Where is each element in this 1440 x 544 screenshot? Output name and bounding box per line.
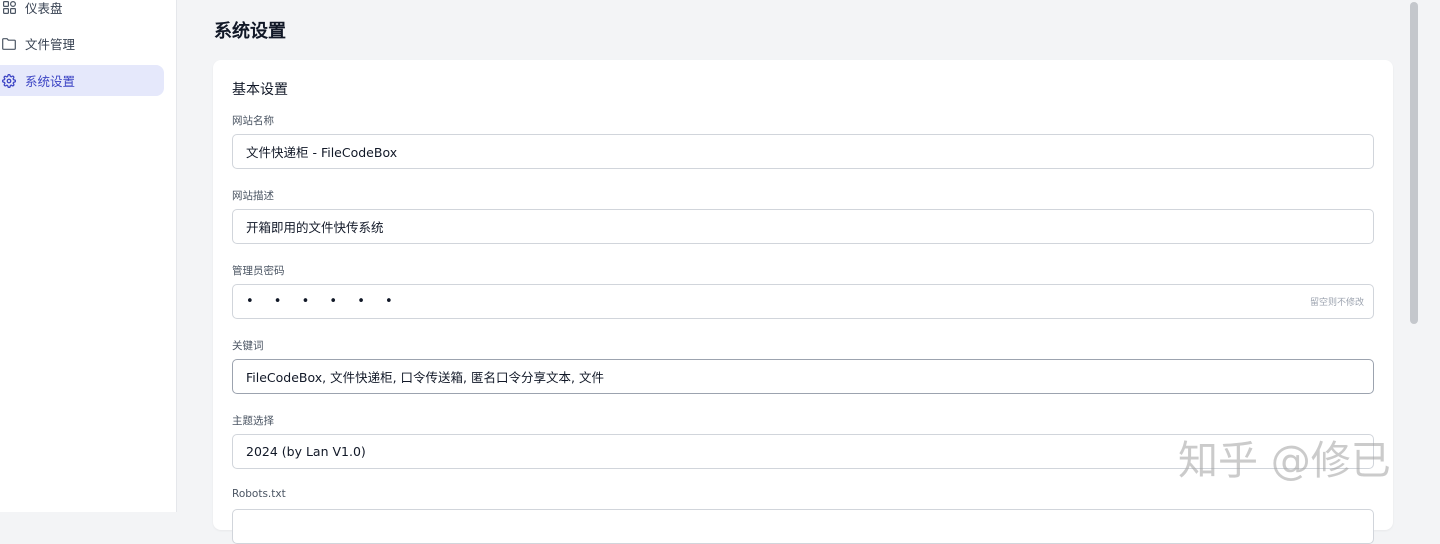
theme-value: 2024 (by Lan V1.0) — [246, 444, 366, 459]
section-title: 基本设置 — [232, 82, 288, 98]
keywords-label: 关键词 — [232, 340, 264, 352]
keywords-value: FileCodeBox, 文件快递柜, 口令传送箱, 匿名口令分享文本, 文件 — [246, 370, 604, 385]
sidebar-item-system-settings[interactable]: 系统设置 — [0, 65, 164, 96]
admin-password-label: 管理员密码 — [232, 265, 285, 277]
sidebar-item-label: 系统设置 — [25, 74, 76, 89]
scrollbar-thumb[interactable] — [1410, 2, 1418, 324]
sidebar: 仪表盘 文件管理 系统设置 — [0, 0, 177, 512]
site-name-value: 文件快递柜 - FileCodeBox — [246, 145, 398, 160]
password-hint: 留空则不修改 — [1309, 298, 1364, 308]
robots-label: Robots.txt — [232, 488, 286, 500]
folder-icon — [2, 37, 16, 51]
site-description-value: 开箱即用的文件快传系统 — [246, 220, 384, 235]
site-description-input[interactable]: 开箱即用的文件快传系统 — [232, 209, 1374, 244]
admin-password-value: • • • • • • — [246, 294, 401, 309]
robots-textarea[interactable] — [232, 509, 1374, 544]
sidebar-item-label: 文件管理 — [25, 37, 76, 52]
site-description-label: 网站描述 — [232, 190, 274, 202]
gear-icon — [2, 73, 16, 88]
admin-password-input[interactable]: • • • • • • 留空则不修改 — [232, 284, 1374, 319]
keywords-input[interactable]: FileCodeBox, 文件快递柜, 口令传送箱, 匿名口令分享文本, 文件 — [232, 359, 1374, 394]
sidebar-item-dashboard[interactable]: 仪表盘 — [0, 0, 164, 23]
page-title: 系统设置 — [214, 21, 286, 42]
sidebar-item-label: 仪表盘 — [25, 1, 63, 16]
site-name-label: 网站名称 — [232, 115, 274, 127]
dashboard-icon — [2, 1, 16, 15]
sidebar-item-file-management[interactable]: 文件管理 — [0, 28, 164, 59]
site-name-input[interactable]: 文件快递柜 - FileCodeBox — [232, 134, 1374, 169]
theme-label: 主题选择 — [232, 415, 274, 427]
watermark: 知乎 @修已 — [1178, 438, 1391, 484]
